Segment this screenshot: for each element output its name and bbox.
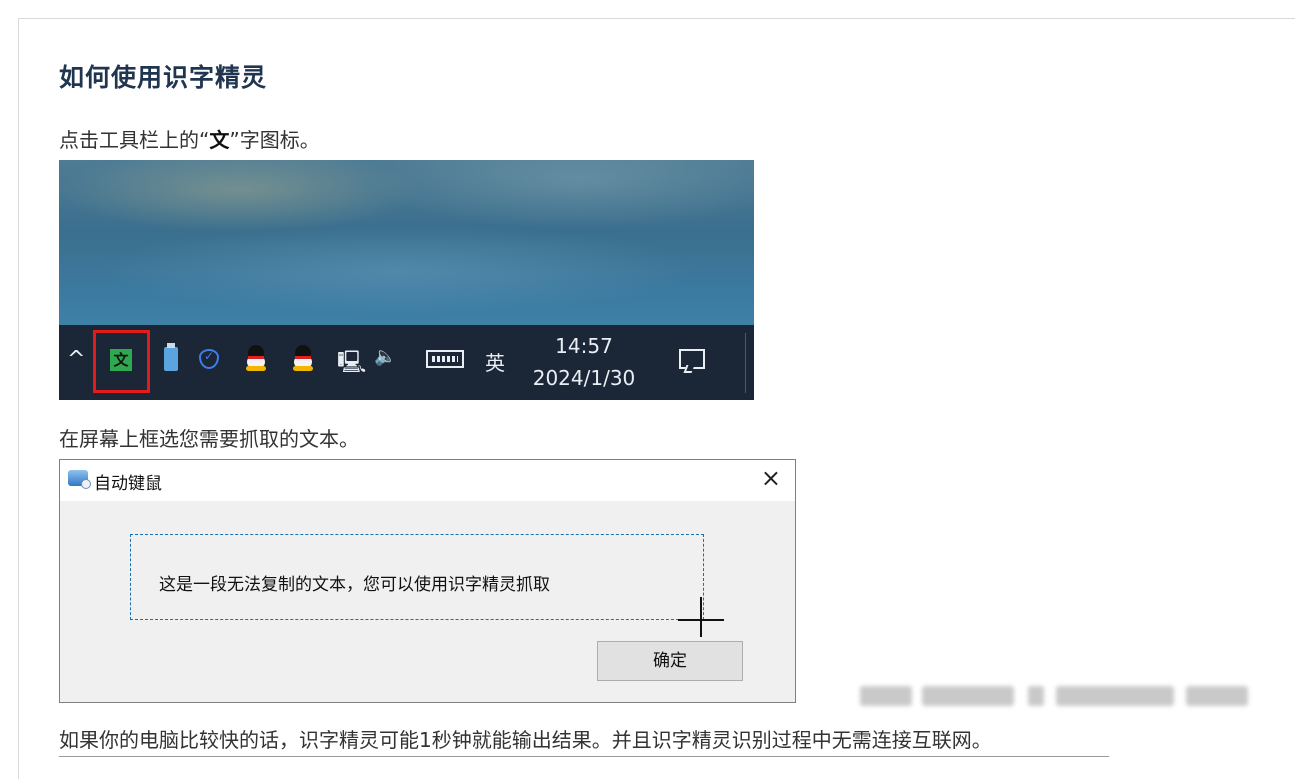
clock-date: 2024/1/30 bbox=[532, 366, 636, 390]
network-icon[interactable]: 🖳 bbox=[337, 345, 366, 383]
step1-after: 字图标。 bbox=[239, 128, 320, 152]
crosshair-cursor-icon bbox=[678, 591, 724, 637]
app-icon bbox=[68, 470, 91, 489]
qq-penguin-icon[interactable] bbox=[245, 345, 267, 371]
divider-line bbox=[59, 756, 1109, 757]
show-desktop-divider[interactable] bbox=[745, 333, 746, 393]
clock-time: 14:57 bbox=[555, 334, 613, 358]
desktop-wallpaper bbox=[59, 160, 754, 325]
step2-text: 在屏幕上框选您需要抓取的文本。 bbox=[59, 427, 359, 451]
show-hidden-icons-chevron-icon[interactable]: ^ bbox=[67, 347, 85, 372]
ok-button[interactable]: 确定 bbox=[597, 641, 743, 681]
step1-before: 点击工具栏上的 bbox=[59, 128, 199, 152]
dialog-titlebar[interactable]: 自动键鼠 × bbox=[60, 460, 795, 501]
auto-keymouse-dialog: 自动键鼠 × 这是一段无法复制的文本，您可以使用识字精灵抓取 确定 bbox=[59, 459, 796, 703]
step3-text: 如果你的电脑比较快的话，识字精灵可能1秒钟就能输出结果。并且识字精灵识别过程中无… bbox=[59, 728, 992, 752]
ime-indicator[interactable]: 英 bbox=[485, 347, 505, 376]
dialog-title: 自动键鼠 bbox=[94, 474, 162, 494]
taskbar: ^ 文 🖳 🔈 英 14:57 2024/1/30 bbox=[59, 325, 754, 400]
qq-penguin-icon[interactable] bbox=[292, 345, 314, 371]
step1-quote-close: ” bbox=[229, 128, 240, 152]
step1-quote-open: “ bbox=[199, 128, 210, 152]
dialog-message: 这是一段无法复制的文本，您可以使用识字精灵抓取 bbox=[159, 575, 550, 595]
step1-highlight: 文 bbox=[209, 128, 230, 152]
article-title: 如何使用识字精灵 bbox=[59, 63, 268, 92]
ocr-wen-icon[interactable]: 文 bbox=[110, 349, 132, 371]
taskbar-clock[interactable]: 14:57 2024/1/30 bbox=[529, 330, 639, 394]
volume-icon[interactable]: 🔈 bbox=[374, 346, 396, 367]
close-icon[interactable]: × bbox=[761, 464, 781, 492]
blurred-watermark bbox=[860, 686, 1255, 706]
security-shield-icon[interactable] bbox=[199, 349, 219, 369]
notification-icon[interactable] bbox=[679, 349, 705, 369]
usb-icon[interactable] bbox=[164, 343, 178, 371]
keyboard-icon[interactable] bbox=[426, 350, 464, 368]
step1-text: 点击工具栏上的“文”字图标。 bbox=[59, 124, 320, 153]
taskbar-screenshot: ^ 文 🖳 🔈 英 14:57 2024/1/30 bbox=[59, 160, 754, 400]
